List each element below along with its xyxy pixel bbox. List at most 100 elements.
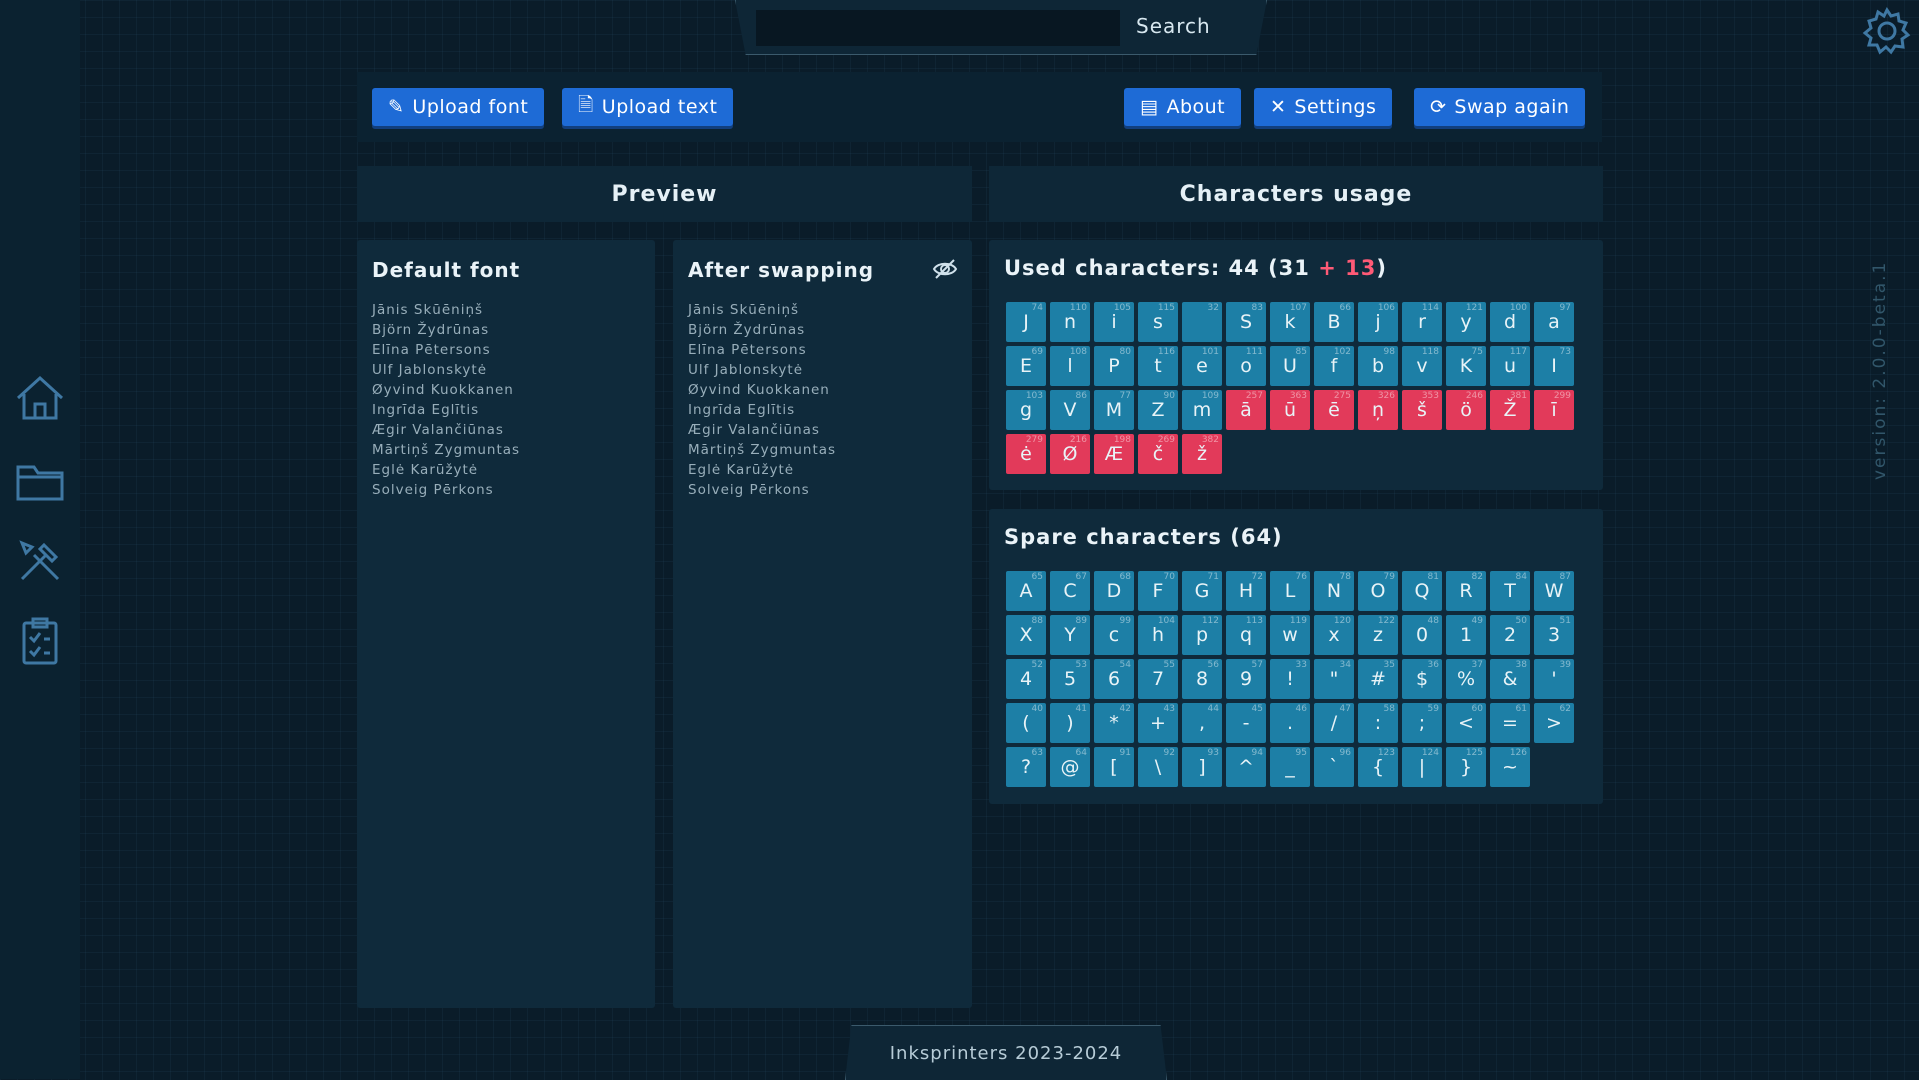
upload-font-button[interactable]: ✎ Upload font bbox=[372, 88, 545, 126]
spare-char-cell[interactable]: #35 bbox=[1358, 659, 1398, 699]
used-char-cell[interactable]: I 73 bbox=[1534, 346, 1574, 386]
spare-char-cell[interactable]: " 34 bbox=[1314, 659, 1354, 699]
used-char-cell[interactable]: ū 363 bbox=[1270, 390, 1310, 430]
used-char-cell[interactable]: 32 bbox=[1182, 302, 1222, 342]
spare-char-cell[interactable]: h 104 bbox=[1138, 615, 1178, 655]
spare-char-cell[interactable]: +43 bbox=[1138, 703, 1178, 743]
used-char-cell[interactable]: e 101 bbox=[1182, 346, 1222, 386]
spare-char-cell[interactable]: | 124 bbox=[1402, 747, 1442, 787]
spare-char-cell[interactable]: 3 51 bbox=[1534, 615, 1574, 655]
settings-button[interactable]: ✕ Settings bbox=[1254, 88, 1393, 126]
spare-char-cell[interactable]: ? 63 bbox=[1006, 747, 1046, 787]
spare-char-cell[interactable]: ' 39 bbox=[1534, 659, 1574, 699]
used-char-cell[interactable]: ė 279 bbox=[1006, 434, 1046, 474]
used-char-cell[interactable]: s 115 bbox=[1138, 302, 1178, 342]
used-char-cell[interactable]: Æ 198 bbox=[1094, 434, 1134, 474]
used-char-cell[interactable]: r 114 bbox=[1402, 302, 1442, 342]
tools-icon[interactable] bbox=[14, 535, 66, 587]
used-char-cell[interactable]: M 77 bbox=[1094, 390, 1134, 430]
used-char-cell[interactable]: m 109 bbox=[1182, 390, 1222, 430]
spare-char-cell[interactable]: 5 53 bbox=[1050, 659, 1090, 699]
used-char-cell[interactable]: Z 90 bbox=[1138, 390, 1178, 430]
used-char-cell[interactable]: č 269 bbox=[1138, 434, 1178, 474]
used-char-cell[interactable]: f 102 bbox=[1314, 346, 1354, 386]
used-char-cell[interactable]: a 97 bbox=[1534, 302, 1574, 342]
spare-char-cell[interactable]: $36 bbox=[1402, 659, 1442, 699]
spare-char-cell[interactable]: p 112 bbox=[1182, 615, 1222, 655]
used-char-cell[interactable]: š 353 bbox=[1402, 390, 1442, 430]
gear-icon[interactable] bbox=[1862, 6, 1912, 56]
spare-char-cell[interactable]: L 76 bbox=[1270, 571, 1310, 611]
used-char-cell[interactable]: Ø 216 bbox=[1050, 434, 1090, 474]
swap-again-button[interactable]: ⟳ Swap again bbox=[1414, 88, 1586, 126]
spare-char-cell[interactable]: [91 bbox=[1094, 747, 1134, 787]
spare-char-cell[interactable]: q 113 bbox=[1226, 615, 1266, 655]
spare-char-cell[interactable]: Q 81 bbox=[1402, 571, 1442, 611]
spare-char-cell[interactable]: 9 57 bbox=[1226, 659, 1266, 699]
spare-char-cell[interactable]: G 71 bbox=[1182, 571, 1222, 611]
used-char-cell[interactable]: i 105 bbox=[1094, 302, 1134, 342]
spare-char-cell[interactable]: A 65 bbox=[1006, 571, 1046, 611]
spare-char-cell[interactable]: C 67 bbox=[1050, 571, 1090, 611]
used-char-cell[interactable]: b 98 bbox=[1358, 346, 1398, 386]
used-char-cell[interactable]: K 75 bbox=[1446, 346, 1486, 386]
spare-char-cell[interactable]: ! 33 bbox=[1270, 659, 1310, 699]
spare-char-cell[interactable]: <60 bbox=[1446, 703, 1486, 743]
spare-char-cell[interactable]: * 42 bbox=[1094, 703, 1134, 743]
spare-char-cell[interactable]: ; 59 bbox=[1402, 703, 1442, 743]
used-char-cell[interactable]: P 80 bbox=[1094, 346, 1134, 386]
spare-char-cell[interactable]: (40 bbox=[1006, 703, 1046, 743]
spare-char-cell[interactable]: x 120 bbox=[1314, 615, 1354, 655]
spare-char-cell[interactable]: = 61 bbox=[1490, 703, 1530, 743]
spare-char-cell[interactable]: -45 bbox=[1226, 703, 1266, 743]
used-char-cell[interactable]: t 116 bbox=[1138, 346, 1178, 386]
folder-icon[interactable] bbox=[14, 455, 66, 507]
spare-char-cell[interactable]: D 68 bbox=[1094, 571, 1134, 611]
used-char-cell[interactable]: n 110 bbox=[1050, 302, 1090, 342]
spare-char-cell[interactable]: F 70 bbox=[1138, 571, 1178, 611]
spare-char-cell[interactable]: ` 96 bbox=[1314, 747, 1354, 787]
used-char-cell[interactable]: V 86 bbox=[1050, 390, 1090, 430]
search-input[interactable] bbox=[756, 10, 1120, 46]
spare-char-cell[interactable]: 4 52 bbox=[1006, 659, 1046, 699]
used-char-cell[interactable]: k 107 bbox=[1270, 302, 1310, 342]
spare-char-cell[interactable]: % 37 bbox=[1446, 659, 1486, 699]
spare-char-cell[interactable]: 0 48 bbox=[1402, 615, 1442, 655]
used-char-cell[interactable]: y 121 bbox=[1446, 302, 1486, 342]
used-char-cell[interactable]: j 106 bbox=[1358, 302, 1398, 342]
spare-char-cell[interactable]: ] 93 bbox=[1182, 747, 1222, 787]
used-char-cell[interactable]: U 85 bbox=[1270, 346, 1310, 386]
used-char-cell[interactable]: ē 275 bbox=[1314, 390, 1354, 430]
spare-char-cell[interactable]: O 79 bbox=[1358, 571, 1398, 611]
eye-off-icon[interactable] bbox=[932, 256, 958, 282]
spare-char-cell[interactable]: @64 bbox=[1050, 747, 1090, 787]
spare-char-cell[interactable]: W 87 bbox=[1534, 571, 1574, 611]
spare-char-cell[interactable]: \ 92 bbox=[1138, 747, 1178, 787]
used-char-cell[interactable]: l 108 bbox=[1050, 346, 1090, 386]
used-char-cell[interactable]: ņ 326 bbox=[1358, 390, 1398, 430]
spare-char-cell[interactable]: ^ 94 bbox=[1226, 747, 1266, 787]
used-char-cell[interactable]: o 111 bbox=[1226, 346, 1266, 386]
spare-char-cell[interactable]: H 72 bbox=[1226, 571, 1266, 611]
spare-char-cell[interactable]: w 119 bbox=[1270, 615, 1310, 655]
spare-char-cell[interactable]: ) 41 bbox=[1050, 703, 1090, 743]
spare-char-cell[interactable]: z 122 bbox=[1358, 615, 1398, 655]
used-char-cell[interactable]: v 118 bbox=[1402, 346, 1442, 386]
used-char-cell[interactable]: ī 299 bbox=[1534, 390, 1574, 430]
search-button[interactable]: Search bbox=[1136, 14, 1211, 38]
used-char-cell[interactable]: S 83 bbox=[1226, 302, 1266, 342]
spare-char-cell[interactable]: } 125 bbox=[1446, 747, 1486, 787]
spare-char-cell[interactable]: _ 95 bbox=[1270, 747, 1310, 787]
used-char-cell[interactable]: E 69 bbox=[1006, 346, 1046, 386]
spare-char-cell[interactable]: N 78 bbox=[1314, 571, 1354, 611]
used-char-cell[interactable]: u 117 bbox=[1490, 346, 1530, 386]
spare-char-cell[interactable]: >62 bbox=[1534, 703, 1574, 743]
spare-char-cell[interactable]: :58 bbox=[1358, 703, 1398, 743]
clipboard-icon[interactable] bbox=[14, 615, 66, 667]
used-char-cell[interactable]: ž 382 bbox=[1182, 434, 1222, 474]
spare-char-cell[interactable]: R 82 bbox=[1446, 571, 1486, 611]
upload-text-button[interactable]: 🗎 Upload text bbox=[562, 88, 734, 126]
spare-char-cell[interactable]: . 46 bbox=[1270, 703, 1310, 743]
spare-char-cell[interactable]: X 88 bbox=[1006, 615, 1046, 655]
spare-char-cell[interactable]: 1 49 bbox=[1446, 615, 1486, 655]
